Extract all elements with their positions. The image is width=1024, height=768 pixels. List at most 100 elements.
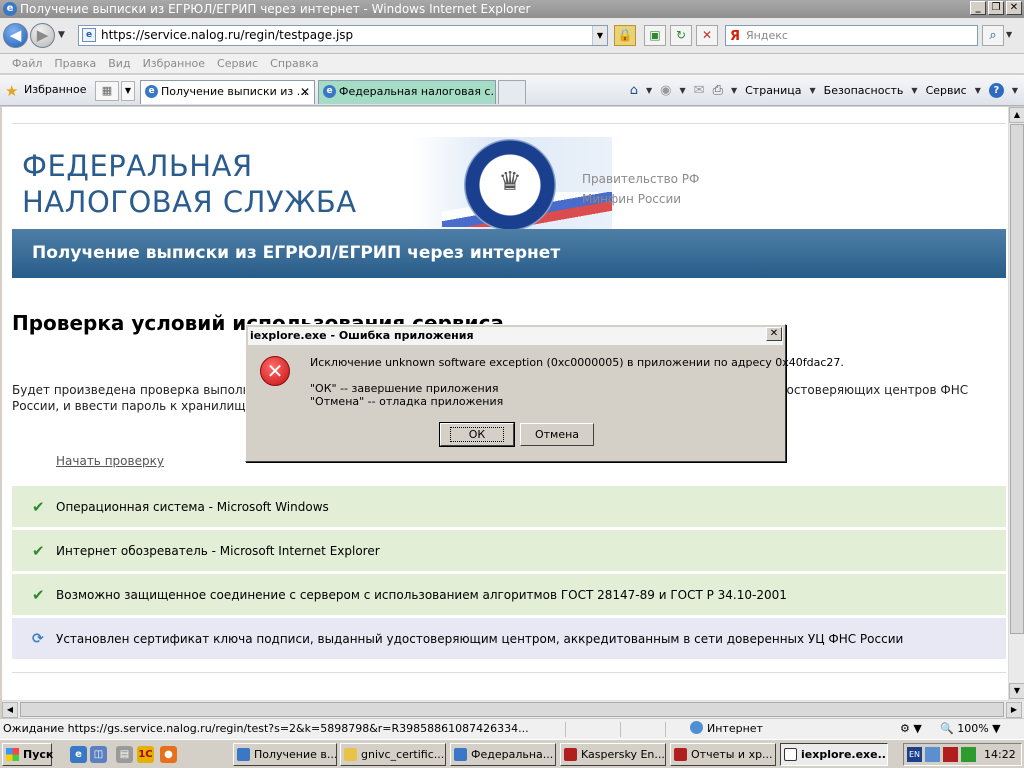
page-dropdown-icon[interactable]: ▼ (810, 86, 816, 95)
taskbar-item[interactable]: Получение в... (233, 743, 337, 766)
check-row-certificate: ⟳ Установлен сертификат ключа подписи, в… (12, 617, 1006, 659)
check-text: Установлен сертификат ключа подписи, выд… (56, 632, 904, 646)
mail-icon[interactable]: ✉ (694, 83, 705, 98)
stop-icon[interactable]: ✕ (696, 25, 718, 46)
scroll-right-icon[interactable]: ▶ (1006, 702, 1022, 718)
horizontal-scroll-thumb[interactable] (20, 702, 1004, 717)
forward-button[interactable]: ▶ (30, 23, 55, 48)
feeds-icon[interactable]: ◉ (660, 83, 671, 98)
menu-help[interactable]: Справка (264, 54, 324, 73)
history-dropdown-icon[interactable]: ▼ (58, 30, 65, 40)
compatibility-view-icon[interactable]: ▣ (644, 25, 666, 46)
tools-menu-button[interactable]: Сервис (926, 84, 967, 97)
task-label: Федеральна... (471, 748, 554, 761)
quick-tabs-icon[interactable]: ▦ (95, 81, 119, 101)
check-text: Интернет обозреватель - Microsoft Intern… (56, 544, 380, 558)
quicklaunch-1c-icon[interactable]: 1С (137, 746, 154, 763)
ok-button-label: ОК (449, 427, 505, 442)
safety-dropdown-icon[interactable]: ▼ (911, 86, 917, 95)
scroll-down-icon[interactable]: ▼ (1009, 683, 1024, 699)
url-dropdown-icon[interactable]: ▼ (592, 26, 607, 45)
print-icon[interactable]: ⎙ (713, 83, 723, 98)
taskbar-item[interactable]: Kaspersky En... (560, 743, 666, 766)
quicklaunch-ie-icon[interactable]: e (70, 746, 87, 763)
start-button[interactable]: Пуск (2, 743, 53, 766)
print-dropdown-icon[interactable]: ▼ (731, 86, 737, 95)
url-input[interactable]: e https://service.nalog.ru/regin/testpag… (78, 25, 608, 46)
gov-link-government[interactable]: Правительство РФ (582, 169, 699, 189)
search-button[interactable]: ⌕ (982, 25, 1004, 46)
quicklaunch-file-icon[interactable]: ▤ (116, 746, 133, 763)
task-label: Отчеты и хр... (691, 748, 773, 761)
close-tab-icon[interactable]: ✕ (300, 81, 310, 103)
status-bar: Ожидание https://gs.service.nalog.ru/reg… (0, 718, 1024, 739)
tab-fns[interactable]: e Федеральная налоговая с... (318, 80, 496, 104)
check-row-os: ✔ Операционная система - Microsoft Windo… (12, 485, 1006, 527)
tools-dropdown-icon[interactable]: ▼ (975, 86, 981, 95)
page-menu-button[interactable]: Страница (745, 84, 801, 97)
ie-task-icon (454, 748, 467, 761)
dialog-close-button[interactable]: ✕ (766, 327, 782, 341)
window-titlebar: e Получение выписки из ЕГРЮЛ/ЕГРИП через… (0, 0, 1024, 18)
window-task-icon (784, 748, 797, 761)
help-dropdown-icon[interactable]: ▼ (1012, 86, 1018, 95)
close-window-button[interactable]: ✕ (1006, 1, 1022, 15)
search-input[interactable]: Я Яндекс (725, 25, 978, 46)
feeds-dropdown-icon[interactable]: ▼ (680, 86, 686, 95)
yandex-icon: Я (730, 29, 741, 44)
scroll-left-icon[interactable]: ◀ (2, 702, 18, 718)
home-icon[interactable]: ⌂ (630, 83, 638, 98)
menu-bar: Файл Правка Вид Избранное Сервис Справка (0, 54, 1024, 74)
favorites-star-icon[interactable]: ★ (5, 82, 18, 100)
menu-view[interactable]: Вид (102, 54, 136, 73)
gov-link-minfin[interactable]: Минфин России (582, 189, 699, 209)
search-dropdown-icon[interactable]: ▼ (1006, 30, 1012, 39)
tray-app-icon[interactable] (961, 747, 976, 762)
tab-list-dropdown-icon[interactable]: ▼ (121, 81, 135, 101)
scroll-up-icon[interactable]: ▲ (1009, 107, 1024, 123)
security-zone[interactable]: Интернет (690, 719, 763, 739)
taskbar-item[interactable]: gnivc_certific... (340, 743, 446, 766)
back-button[interactable]: ◀ (3, 23, 28, 48)
dialog-message: Исключение unknown software exception (0… (310, 356, 844, 369)
gov-links: Правительство РФ Минфин России (582, 169, 699, 209)
clock: 14:22 (984, 748, 1016, 761)
language-indicator[interactable]: EN (907, 747, 922, 762)
favorites-button[interactable]: Избранное (24, 83, 86, 96)
taskbar-item[interactable]: Федеральна... (450, 743, 556, 766)
quicklaunch-firefox-icon[interactable]: ● (160, 746, 177, 763)
zoom-control[interactable]: 🔍 100% ▼ (940, 719, 1001, 739)
task-label: Получение в... (254, 748, 337, 761)
tab-bar: ★ Избранное ▦ ▼ e Получение выписки из .… (0, 75, 1024, 106)
menu-tools[interactable]: Сервис (211, 54, 264, 73)
start-check-link[interactable]: Начать проверку (56, 454, 164, 468)
quicklaunch-explorer-icon[interactable]: ◫ (90, 746, 107, 763)
menu-edit[interactable]: Правка (48, 54, 102, 73)
new-tab-button[interactable] (498, 80, 526, 104)
kaspersky-tray-icon[interactable] (943, 747, 958, 762)
taskbar-item[interactable]: iexplore.exe... (780, 743, 888, 766)
horizontal-scrollbar[interactable]: ◀ ▶ (2, 700, 1024, 718)
ok-button[interactable]: ОК (439, 422, 515, 447)
cancel-button[interactable]: Отмена (520, 423, 594, 446)
maximize-button[interactable]: ❐ (988, 1, 1004, 15)
minimize-button[interactable]: _ (970, 1, 986, 15)
window-controls: _ ❐ ✕ (970, 1, 1022, 15)
menu-file[interactable]: Файл (6, 54, 48, 73)
address-toolbar: ◀ ▶ ▼ e https://service.nalog.ru/regin/t… (0, 18, 1024, 54)
safety-menu-button[interactable]: Безопасность (824, 84, 904, 97)
network-tray-icon[interactable] (925, 747, 940, 762)
kaspersky-task-icon (674, 748, 687, 761)
taskbar-item[interactable]: Отчеты и хр... (670, 743, 776, 766)
help-icon[interactable]: ? (988, 83, 1004, 98)
page-banner: Получение выписки из ЕГРЮЛ/ЕГРИП через и… (12, 229, 1006, 278)
vertical-scroll-thumb[interactable] (1010, 124, 1024, 634)
vertical-scrollbar[interactable]: ▲ ▼ (1008, 107, 1024, 700)
status-text: Ожидание https://gs.service.nalog.ru/reg… (3, 722, 529, 735)
menu-favorites[interactable]: Избранное (137, 54, 211, 73)
refresh-icon[interactable]: ↻ (670, 25, 692, 46)
home-dropdown-icon[interactable]: ▼ (646, 86, 652, 95)
protected-mode-icon[interactable]: ⚙ ▼ (900, 719, 922, 739)
tab-egrul[interactable]: e Получение выписки из ... ✕ (140, 80, 315, 104)
security-lock-icon[interactable]: 🔒 (614, 25, 636, 46)
